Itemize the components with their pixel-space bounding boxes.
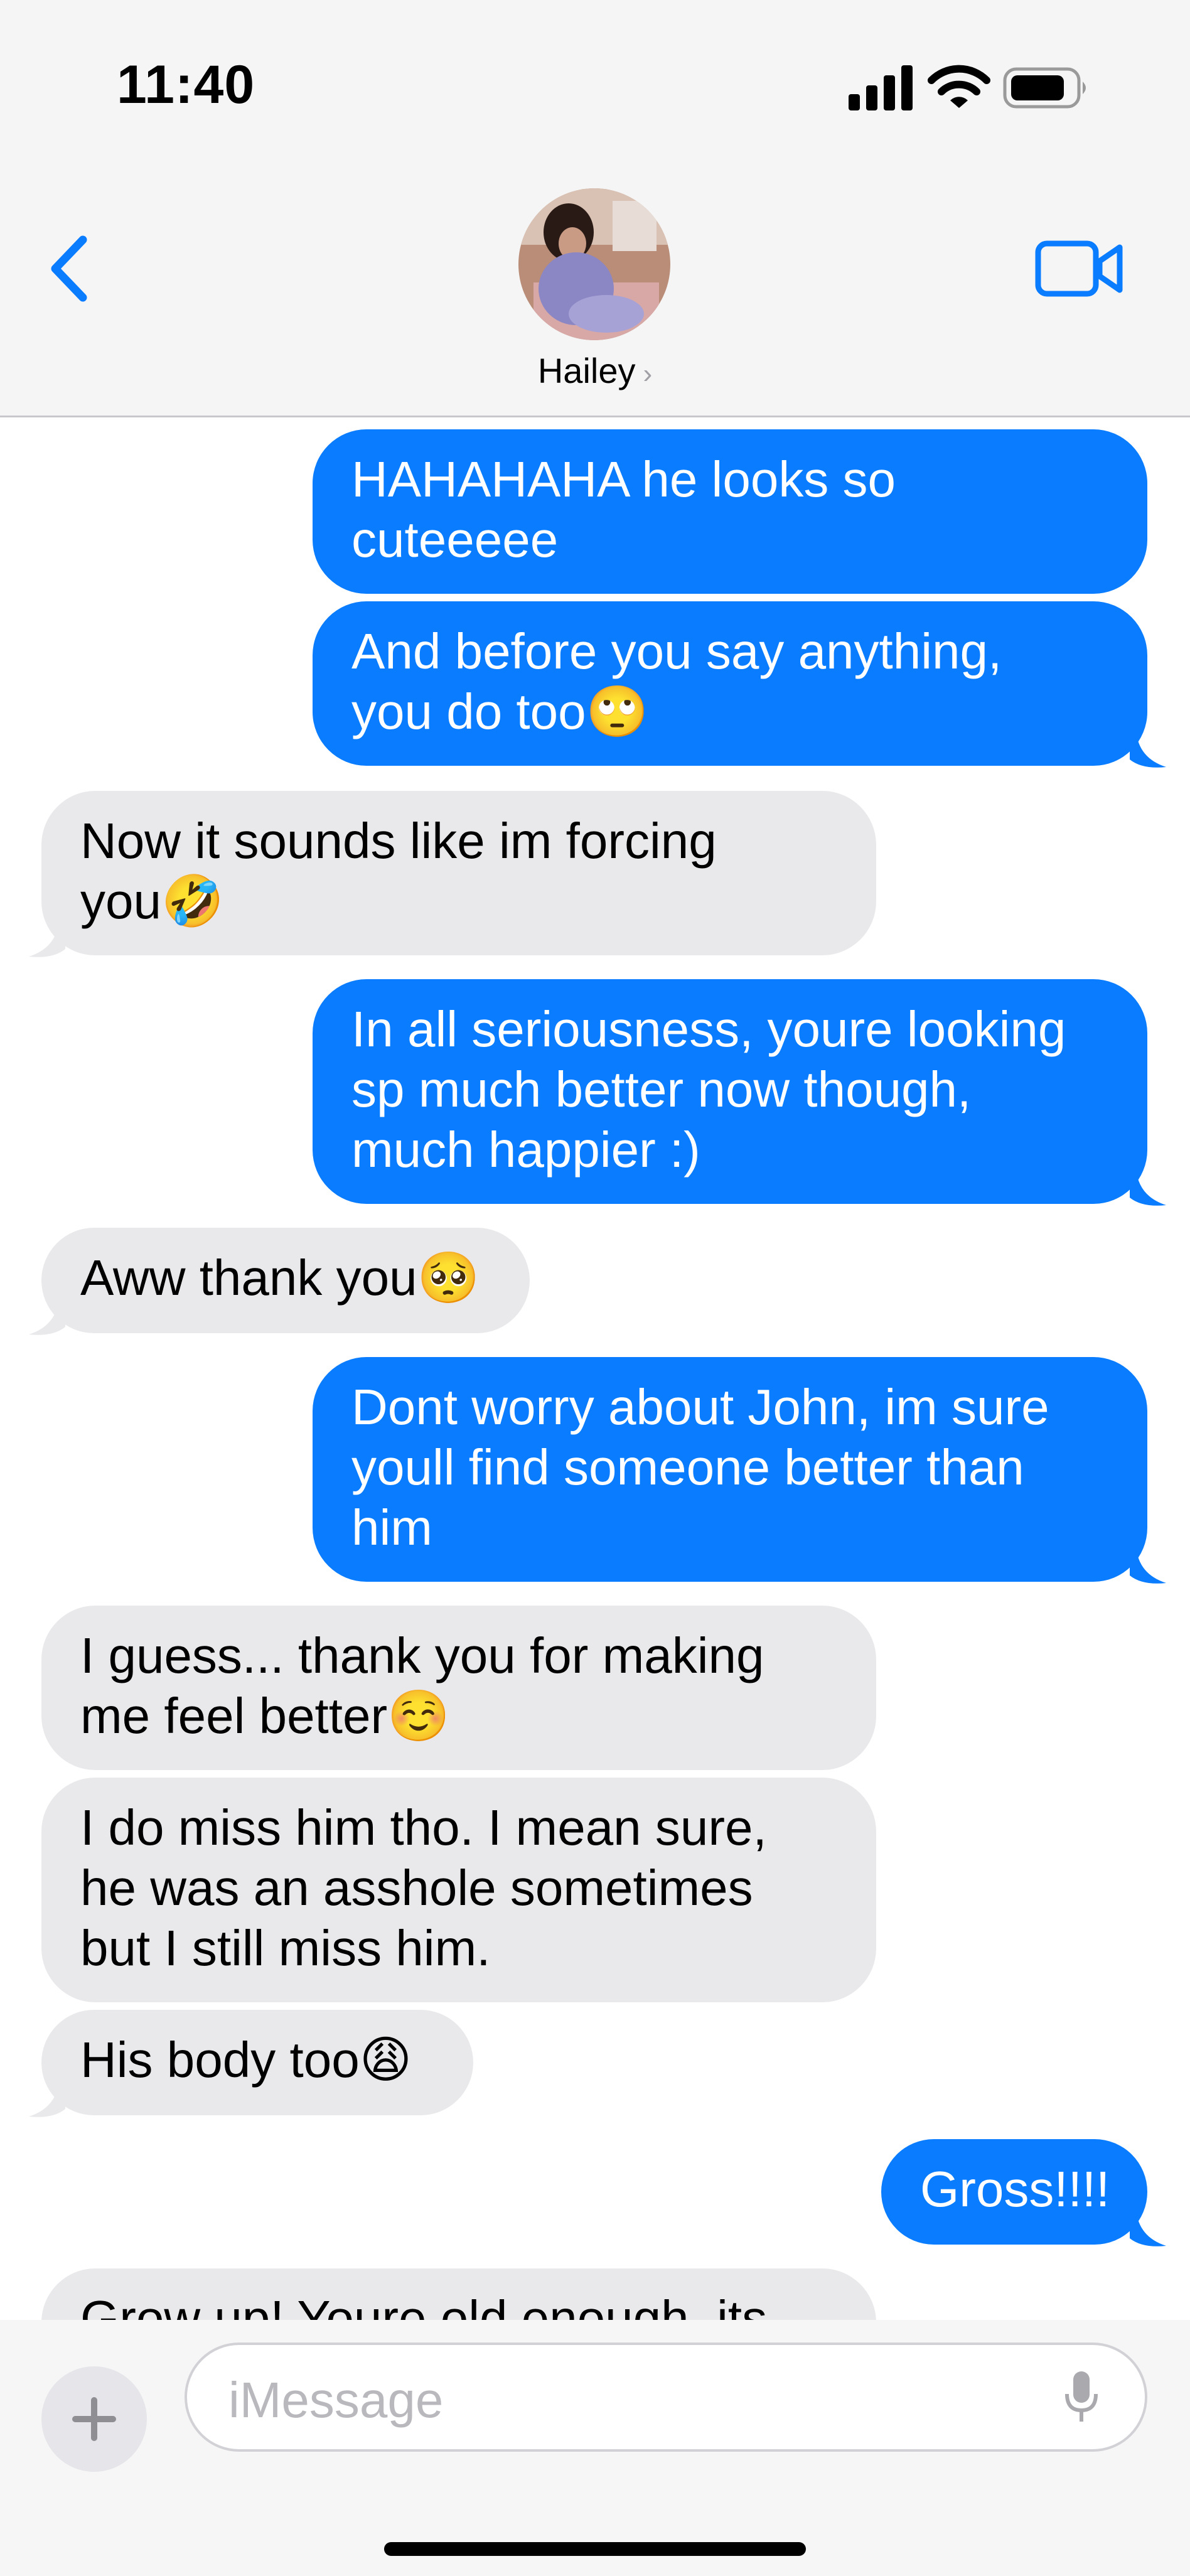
video-camera-icon[interactable] (1034, 235, 1125, 303)
chevron-left-icon[interactable] (45, 231, 95, 306)
conversation-header: Hailey › (0, 163, 1190, 417)
wifi-icon (928, 65, 990, 108)
bubble-tail-icon (1130, 731, 1166, 768)
cellular-signal-icon (849, 65, 913, 110)
status-time: 11:40 (117, 55, 255, 115)
avatar-photo-icon (518, 188, 670, 340)
bubble-tail-icon (29, 920, 65, 957)
microphone-icon[interactable] (1063, 2369, 1100, 2425)
bubble-tail-icon (1130, 1547, 1166, 1584)
avatar[interactable] (518, 188, 670, 340)
home-indicator[interactable] (384, 2542, 806, 2556)
add-attachment-button[interactable] (41, 2366, 147, 2472)
imessage-placeholder: iMessage (228, 2372, 444, 2428)
message-bubble-outgoing[interactable]: Dont worry about John, im sure youll fin… (313, 1357, 1147, 1582)
message-bubble-outgoing[interactable]: In all seriousness, youre looking sp muc… (313, 979, 1147, 1204)
bubble-tail-icon (1130, 2209, 1166, 2246)
contact-name: Hailey (537, 351, 636, 390)
message-bubble-outgoing[interactable]: And before you say anything, you do too🙄 (313, 601, 1147, 766)
message-bubble-incoming[interactable]: Grow up! Youre old enough, its (41, 2268, 876, 2320)
status-bar: 11:40 (0, 0, 1190, 163)
message-bubble-outgoing[interactable]: Gross!!!! (881, 2139, 1147, 2245)
message-bubble-incoming[interactable]: I guess... thank you for making me feel … (41, 1606, 876, 1770)
contact-name-button[interactable]: Hailey › (0, 350, 1190, 391)
chevron-right-icon: › (643, 358, 653, 389)
message-bubble-incoming[interactable]: His body too😩 (41, 2010, 473, 2115)
message-thread[interactable]: HAHAHAHA he looks so cuteeeee And before… (0, 417, 1190, 2320)
message-bubble-incoming[interactable]: I do miss him tho. I mean sure, he was a… (41, 1778, 876, 2002)
message-bubble-incoming[interactable]: Now it sounds like im forcing you🤣 (41, 791, 876, 955)
message-bubble-outgoing[interactable]: HAHAHAHA he looks so cuteeeee (313, 429, 1147, 594)
bubble-tail-icon (1130, 1169, 1166, 1206)
compose-bar: iMessage (0, 2320, 1190, 2576)
plus-icon (72, 2397, 116, 2441)
imessage-input[interactable]: iMessage (185, 2343, 1147, 2452)
bubble-tail-icon (29, 2080, 65, 2117)
bubble-tail-icon (29, 1298, 65, 1335)
battery-icon (1003, 67, 1086, 109)
message-bubble-incoming[interactable]: Aww thank you🥺 (41, 1228, 530, 1333)
